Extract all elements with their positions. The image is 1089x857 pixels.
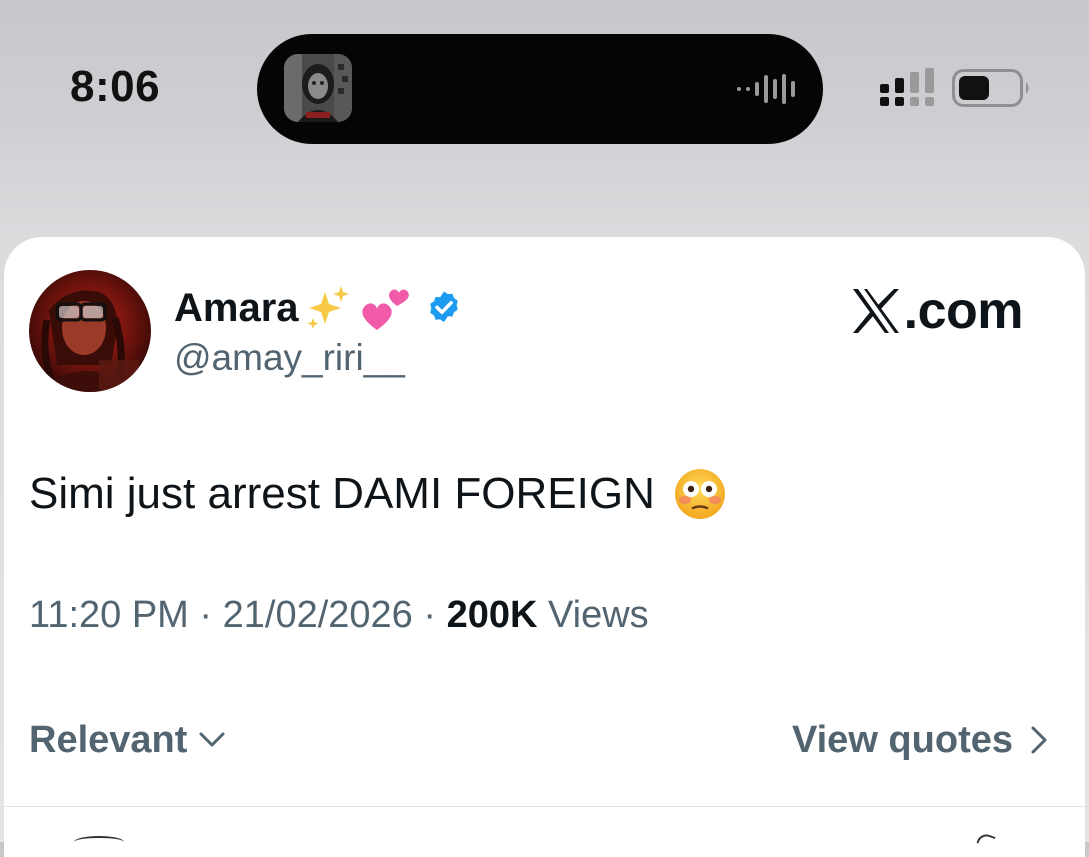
view-quotes-button[interactable]: View quotes (792, 719, 1053, 762)
meta-separator: · (199, 594, 213, 636)
flushed-face-emoji (674, 469, 725, 519)
tweet-card[interactable]: Amara @amay_riri__ .com Simi just arrest… (4, 237, 1085, 857)
name-row[interactable]: Amara (174, 283, 463, 333)
quotes-label: View quotes (791, 718, 1013, 761)
avatar[interactable] (29, 270, 151, 392)
next-reply-avatar[interactable] (74, 836, 124, 848)
views-count[interactable]: 200K (447, 594, 538, 636)
views-label: Views (548, 594, 649, 636)
audio-waveform-icon (737, 72, 795, 106)
status-time: 8:06 (70, 62, 161, 111)
meta-separator: · (423, 594, 437, 636)
chevron-down-icon (199, 732, 225, 747)
tweet-time[interactable]: 11:20 PM (29, 594, 189, 636)
x-logo-icon (852, 289, 899, 333)
tweet-meta: 11:20 PM · 21/02/2026 · 200K Views (29, 594, 649, 637)
divider (4, 806, 1085, 807)
next-reply-icon[interactable] (976, 831, 996, 849)
dynamic-island[interactable] (257, 34, 823, 144)
reply-controls: Relevant View quotes (29, 715, 1053, 765)
verified-badge-icon[interactable] (425, 289, 463, 327)
tweet-text: Simi just arrest DAMI FOREIGN (29, 467, 727, 521)
tweet-body: Simi just arrest DAMI FOREIGN (29, 469, 655, 518)
chevron-right-icon (1031, 726, 1047, 754)
sparkles-hearts-emoji (307, 286, 409, 330)
brand-domain: .com (903, 282, 1024, 340)
sort-label: Relevant (29, 718, 188, 761)
album-art-icon[interactable] (284, 54, 352, 122)
display-name[interactable]: Amara (174, 286, 299, 331)
battery-icon (952, 69, 1029, 107)
brand-logo: .com (850, 281, 1024, 341)
user-handle[interactable]: @amay_riri__ (174, 337, 405, 379)
tweet-date[interactable]: 21/02/2026 (223, 594, 413, 636)
cellular-signal-icon (880, 68, 934, 106)
sort-replies-button[interactable]: Relevant (29, 719, 227, 762)
